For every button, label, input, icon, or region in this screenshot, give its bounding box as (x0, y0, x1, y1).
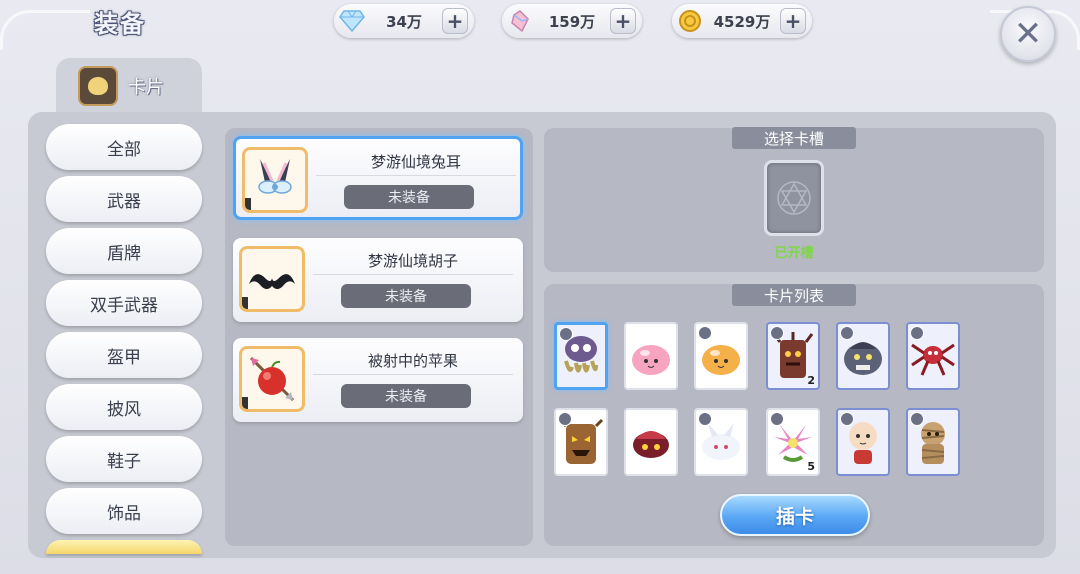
item-status: 未装备 (341, 384, 471, 408)
card-badge-icon (770, 412, 784, 426)
card-badge-icon (698, 326, 712, 340)
card-badge-icon (558, 412, 572, 426)
red-beetle-card[interactable] (624, 408, 678, 476)
item-status: 未装备 (344, 185, 474, 209)
card-badge-icon (770, 326, 784, 340)
category-armor[interactable]: 盔甲 (46, 332, 202, 378)
item-divider (313, 374, 513, 375)
card-badge-icon (698, 412, 712, 426)
card-count: 2 (807, 374, 815, 387)
card-badge-icon (559, 327, 573, 341)
close-icon: ✕ (1013, 14, 1043, 54)
item-name: 被射中的苹果 (367, 352, 458, 370)
red-spider-card[interactable] (906, 322, 960, 390)
category-all[interactable]: 全部 (46, 124, 202, 170)
slot-section-label: 选择卡槽 (732, 127, 856, 149)
gold-amount: 4529万 (713, 12, 771, 31)
flower-monster-card[interactable]: 5 (766, 408, 820, 476)
stone-golem-card[interactable] (836, 322, 890, 390)
category-shoes[interactable]: 鞋子 (46, 436, 202, 482)
card-tab-icon (78, 66, 118, 106)
diamond-icon (338, 7, 366, 35)
slot-status: 已开槽 (774, 246, 814, 261)
card-badge-icon (910, 412, 924, 426)
category-two-hand-weapon[interactable]: 双手武器 (46, 280, 202, 326)
frame-corner-left (0, 10, 90, 50)
gold-coin-icon (676, 7, 704, 35)
card-badge-icon (840, 412, 854, 426)
orange-poring-card[interactable] (694, 322, 748, 390)
diamond-amount: 34万 (386, 12, 422, 31)
item-arrow-apple[interactable]: 被射中的苹果 未装备 (233, 338, 523, 422)
item-mustache[interactable]: 梦游仙境胡子 未装备 (233, 238, 523, 322)
pink-poring-card[interactable] (624, 322, 678, 390)
close-button[interactable]: ✕ (1000, 6, 1056, 62)
page-title: 装备 (94, 10, 146, 38)
mustache-icon (239, 246, 305, 312)
item-divider (313, 274, 513, 275)
item-name: 梦游仙境胡子 (367, 252, 458, 270)
hexagram-icon (777, 181, 811, 215)
currency-diamond: 34万 + (334, 4, 474, 38)
mummy-card[interactable] (906, 408, 960, 476)
category-list: 全部 武器 盾牌 双手武器 盔甲 披风 鞋子 饰品 (46, 124, 202, 560)
crystal-amount: 159万 (548, 12, 596, 31)
add-crystal-button[interactable]: + (610, 8, 636, 34)
tab-card-label: 卡片 (128, 77, 164, 98)
item-bunny-ears[interactable]: 梦游仙境兔耳 未装备 (233, 136, 523, 220)
card-count: 5 (807, 460, 815, 473)
category-weapon[interactable]: 武器 (46, 176, 202, 222)
card-slot[interactable] (764, 160, 824, 236)
card-list-section-label: 卡片列表 (732, 284, 856, 306)
tab-card[interactable]: 卡片 (56, 58, 202, 114)
category-shield[interactable]: 盾牌 (46, 228, 202, 274)
crystal-icon (506, 7, 534, 35)
category-cloak[interactable]: 披风 (46, 384, 202, 430)
currency-gold: 4529万 + (672, 4, 812, 38)
insert-card-button[interactable]: 插卡 (720, 494, 870, 536)
add-diamond-button[interactable]: + (442, 8, 468, 34)
bunny-ears-icon (242, 147, 308, 213)
add-gold-button[interactable]: + (780, 8, 806, 34)
white-lunatic-card[interactable] (694, 408, 748, 476)
octopus-monster-card[interactable] (554, 322, 608, 390)
tree-stump-card[interactable] (554, 408, 608, 476)
item-divider (316, 175, 516, 176)
item-name: 梦游仙境兔耳 (370, 153, 461, 171)
card-badge-icon (910, 326, 924, 340)
bald-child-card[interactable] (836, 408, 890, 476)
currency-crystal: 159万 + (502, 4, 642, 38)
category-accessory[interactable]: 饰品 (46, 488, 202, 534)
tree-monster-card[interactable]: 2 (766, 322, 820, 390)
category-headwear-partial[interactable] (46, 540, 202, 554)
card-badge-icon (840, 326, 854, 340)
arrow-apple-icon (239, 346, 305, 412)
item-status: 未装备 (341, 284, 471, 308)
